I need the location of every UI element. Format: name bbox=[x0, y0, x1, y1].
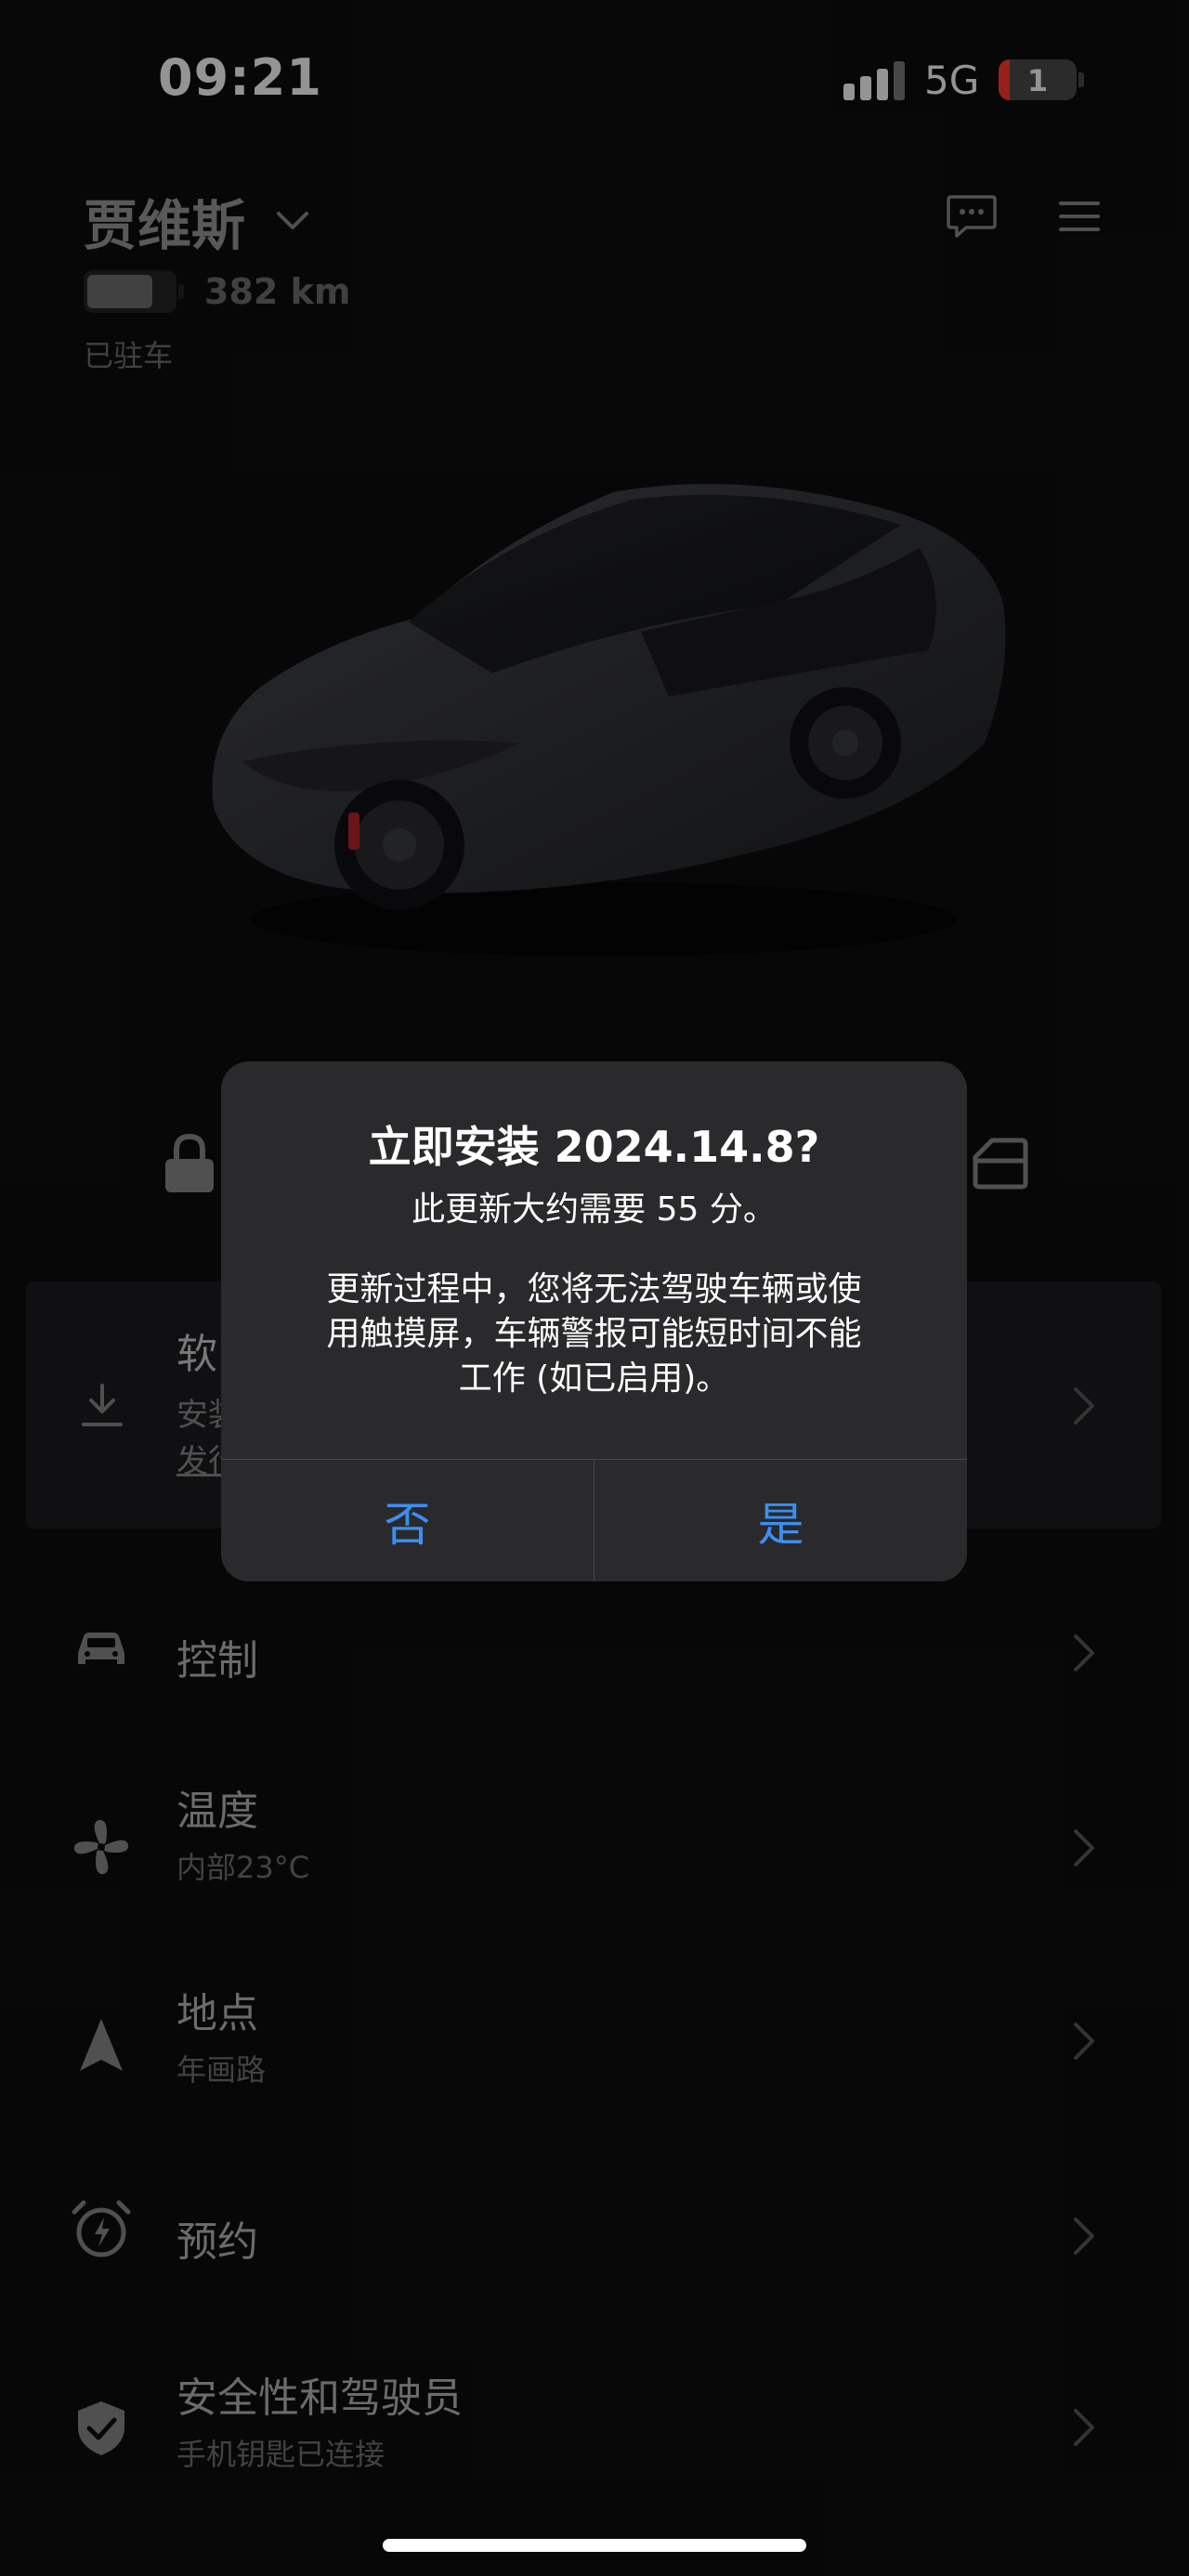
yes-button[interactable]: 是 bbox=[594, 1460, 967, 1581]
dialog-message-line: 更新过程中，您将无法驾驶车辆或使 bbox=[326, 1270, 862, 1308]
dialog-title: 立即安装 2024.14.8? bbox=[368, 1122, 820, 1172]
install-update-dialog: 立即安装 2024.14.8? 此更新大约需要 55 分。 更新过程中，您将无法… bbox=[221, 1061, 967, 1581]
dialog-message-line: 工作 (如已启用)。 bbox=[458, 1360, 730, 1398]
dialog-message-line: 用触摸屏，车辆警报可能短时间不能 bbox=[326, 1315, 862, 1353]
dialog-subtitle: 此更新大约需要 55 分。 bbox=[412, 1190, 777, 1229]
tesla-app-screen: 09:21 5G 1 贾维斯 382 km 已驻车 软 安装 发行 控制 温度 … bbox=[0, 0, 1189, 2576]
home-indicator[interactable] bbox=[383, 2539, 806, 2552]
dialog-message: 更新过程中，您将无法驾驶车辆或使 用触摸屏，车辆警报可能短时间不能 工作 (如已… bbox=[286, 1268, 902, 1401]
no-button[interactable]: 否 bbox=[221, 1460, 594, 1581]
